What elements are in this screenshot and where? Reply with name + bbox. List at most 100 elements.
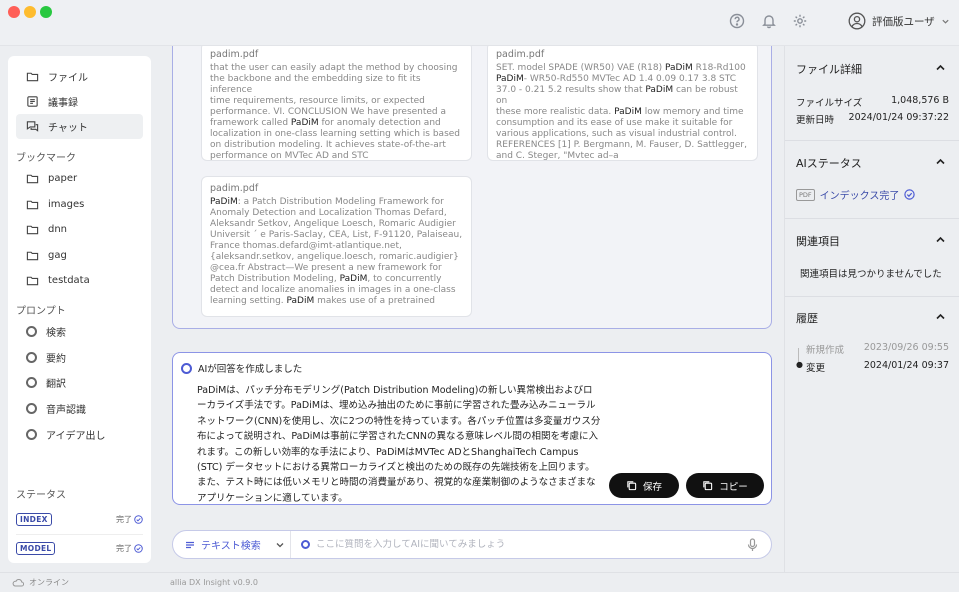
- result-snippet: PaDiM: a Patch Distribution Modeling Fra…: [210, 197, 463, 307]
- ai-index-status: PDF インデックス完了: [796, 187, 916, 202]
- ai-answer-panel: AIが回答を作成しました PaDiMは、パッチ分布モデリング(Patch Dis…: [172, 352, 772, 505]
- help-icon[interactable]: [729, 13, 745, 29]
- result-card[interactable]: padim.pdf PaDiM: a Patch Distribution Mo…: [201, 176, 472, 317]
- answer-header: AIが回答を作成しました: [198, 364, 303, 375]
- folder-icon: [26, 200, 39, 210]
- sidebar-item-files[interactable]: ファイル: [16, 64, 143, 89]
- prompt-item[interactable]: 検索: [16, 319, 143, 344]
- bookmark-item[interactable]: dnn: [16, 217, 143, 242]
- bookmarks-heading: ブックマーク: [16, 153, 76, 164]
- status-badge: MODEL: [16, 541, 56, 555]
- status-value: 完了: [116, 514, 132, 524]
- chevron-up-icon[interactable]: [935, 62, 946, 73]
- status-row-index: INDEX 完了: [16, 509, 143, 529]
- folder-icon: [26, 72, 39, 82]
- check-circle-icon: [134, 543, 143, 553]
- maximize-window-button[interactable]: [40, 6, 52, 18]
- user-menu[interactable]: 評価版ユーザ: [848, 11, 950, 31]
- folder-icon: [26, 225, 39, 235]
- result-snippet: that the user can easily adapt the metho…: [210, 63, 463, 160]
- question-input[interactable]: [316, 539, 746, 550]
- result-filename: padim.pdf: [210, 49, 259, 60]
- section-title: 履歴: [796, 312, 818, 325]
- copy-icon: [703, 481, 713, 491]
- ai-status-icon: [181, 362, 192, 374]
- bell-icon[interactable]: [761, 13, 777, 29]
- status-badge: INDEX: [16, 512, 52, 526]
- sidebar-item-chat[interactable]: チャット: [16, 114, 143, 139]
- folder-icon: [26, 174, 39, 184]
- chevron-up-icon[interactable]: [935, 234, 946, 245]
- prompt-ring-icon: [26, 377, 37, 388]
- related-items-section: 関連項目 関連項目は見つかりませんでした: [785, 219, 959, 297]
- ai-ring-icon: [301, 540, 310, 549]
- folder-icon: [26, 251, 39, 261]
- chevron-down-icon: [276, 542, 284, 547]
- status-heading: ステータス: [16, 490, 66, 501]
- chevron-up-icon[interactable]: [935, 156, 946, 167]
- history-item: ● 変更 2024/01/24 09:37: [796, 360, 949, 374]
- highlighted-term: PaDiM: [339, 274, 368, 284]
- section-title: 関連項目: [796, 235, 840, 248]
- document-icon: [27, 96, 38, 107]
- result-card[interactable]: padim.pdf that the user can easily adapt…: [201, 46, 472, 161]
- highlighted-term: PaDiM: [614, 107, 642, 117]
- close-window-button[interactable]: [8, 6, 20, 18]
- answer-text: PaDiMは、パッチ分布モデリング(Patch Distribution Mod…: [197, 385, 601, 504]
- section-title: AIステータス: [796, 157, 862, 170]
- prompt-ring-icon: [26, 326, 37, 337]
- highlighted-term: PaDiM: [290, 118, 319, 128]
- pdf-badge: PDF: [796, 188, 815, 201]
- snippet-text: SET. model SPADE (WR50) VAE (R18): [496, 63, 665, 73]
- gear-icon[interactable]: [792, 13, 808, 29]
- prompt-item[interactable]: 要約: [16, 345, 143, 370]
- sidebar-item-minutes[interactable]: 議事録: [16, 89, 143, 114]
- title-bar: 評価版ユーザ: [0, 0, 959, 46]
- save-button[interactable]: 保存: [609, 473, 679, 498]
- section-title: ファイル詳細: [796, 63, 862, 76]
- list-icon: [186, 541, 194, 548]
- prompt-ring-icon: [26, 403, 37, 414]
- folder-icon: [26, 276, 39, 286]
- snippet-text: makes use of a pretrained: [314, 296, 436, 306]
- user-name: 評価版ユーザ: [872, 15, 935, 28]
- bookmark-item[interactable]: testdata: [16, 268, 143, 293]
- prompt-item[interactable]: 音声認識: [16, 396, 143, 421]
- history-section: 履歴 新規作成 2023/09/26 09:55 ● 変更 2024/01/24…: [785, 297, 959, 387]
- cloud-icon: [12, 579, 24, 587]
- status-value: 完了: [116, 543, 132, 553]
- highlighted-term: PaDiM: [665, 63, 693, 73]
- sidebar: ファイル 議事録 チャット ブックマーク paper images dnn ga…: [8, 56, 151, 563]
- microphone-icon[interactable]: [746, 538, 759, 552]
- copy-icon: [627, 481, 637, 491]
- check-circle-icon: [904, 189, 916, 200]
- prompt-item[interactable]: 翻訳: [16, 370, 143, 395]
- file-details-section: ファイル詳細 ファイルサイズ 1,048,576 B 更新日時 2024/01/…: [785, 46, 959, 141]
- ai-status-section: AIステータス PDF インデックス完了: [785, 141, 959, 219]
- user-avatar-icon: [848, 12, 866, 30]
- snippet-text: R18-Rd100: [695, 63, 746, 73]
- result-card[interactable]: padim.pdf SET. model SPADE (WR50) VAE (R…: [487, 46, 758, 161]
- status-row-model: MODEL 完了: [16, 538, 143, 558]
- search-mode-select[interactable]: テキスト検索: [173, 531, 291, 558]
- divider: [16, 534, 143, 535]
- highlighted-term: PaDiM: [286, 296, 315, 306]
- minimize-window-button[interactable]: [24, 6, 36, 18]
- copy-button[interactable]: コピー: [686, 473, 764, 498]
- result-filename: padim.pdf: [210, 183, 259, 194]
- modified-row: 更新日時 2024/01/24 09:37:22: [796, 112, 949, 126]
- snippet-text: : a Patch Distribution Modeling Framewor…: [210, 197, 463, 284]
- prompt-ring-icon: [26, 352, 37, 363]
- prompts-heading: プロンプト: [16, 306, 66, 317]
- app-version: allia DX Insight v0.9.0: [170, 578, 258, 587]
- bookmark-item[interactable]: paper: [16, 166, 143, 191]
- file-size-row: ファイルサイズ 1,048,576 B: [796, 95, 949, 109]
- status-bar: オンライン allia DX Insight v0.9.0: [0, 572, 959, 592]
- details-panel: ファイル詳細 ファイルサイズ 1,048,576 B 更新日時 2024/01/…: [784, 46, 959, 572]
- chevron-up-icon[interactable]: [935, 311, 946, 322]
- bookmark-item[interactable]: gag: [16, 243, 143, 268]
- bookmark-item[interactable]: images: [16, 192, 143, 217]
- chevron-down-icon: [942, 19, 949, 24]
- prompt-item[interactable]: アイデア出し: [16, 422, 143, 447]
- prompt-ring-icon: [26, 429, 37, 440]
